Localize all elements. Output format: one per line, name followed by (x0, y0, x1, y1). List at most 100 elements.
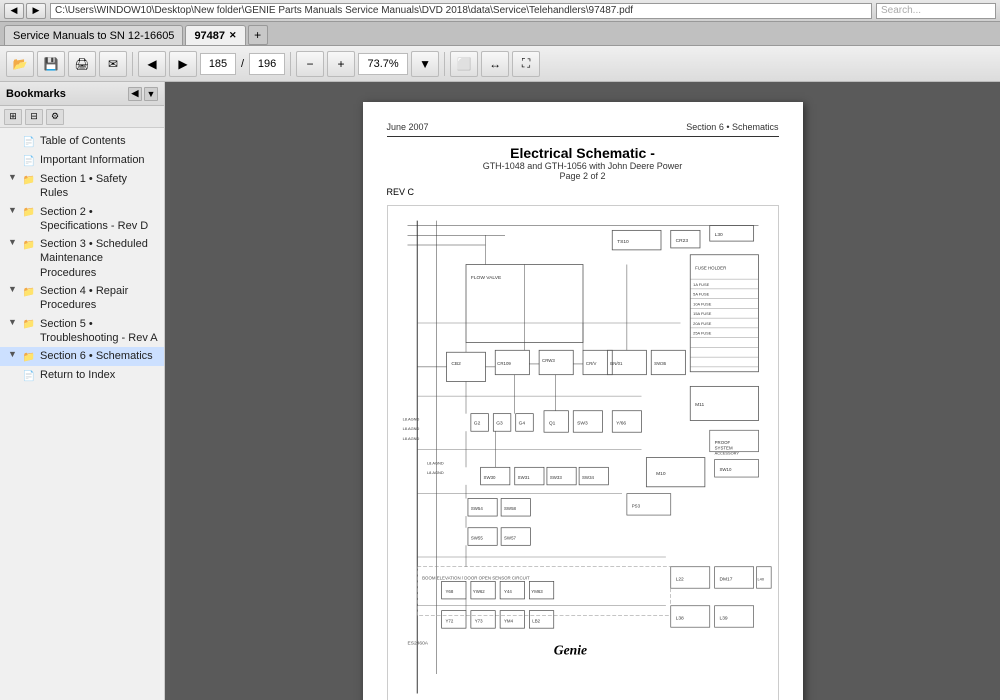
folder-icon: 📁 (22, 238, 36, 252)
sidebar-expand-all[interactable]: ⊞ (4, 109, 22, 125)
address-text: C:\Users\WINDOW10\Desktop\New folder\GEN… (55, 5, 633, 16)
svg-text:YW62: YW62 (472, 589, 484, 594)
sidebar-collapse-all[interactable]: ⊟ (25, 109, 43, 125)
svg-text:FUSE HOLDER: FUSE HOLDER (695, 265, 726, 270)
sidebar-options[interactable]: ⚙ (46, 109, 64, 125)
folder-icon: 📁 (22, 285, 36, 299)
new-tab-button[interactable]: + (248, 25, 268, 45)
bookmark-label: Section 2 • Specifications - Rev D (40, 205, 158, 234)
page-total-input (249, 53, 285, 75)
svg-text:M10: M10 (656, 471, 666, 477)
fit-page-button[interactable]: ⬜ (450, 51, 478, 77)
bookmark-section2[interactable]: ▼ 📁 Section 2 • Specifications - Rev D (0, 203, 164, 236)
toolbar-print-button[interactable]: 🖨 (68, 51, 96, 77)
tab-close-button[interactable]: ✕ (229, 30, 237, 41)
svg-text:Genie: Genie (553, 643, 586, 658)
svg-text:L8.AGND: L8.AGND (402, 417, 419, 422)
address-bar[interactable]: C:\Users\WINDOW10\Desktop\New folder\GEN… (50, 3, 872, 19)
folder-icon: 📁 (22, 350, 36, 364)
tab-service-manuals[interactable]: Service Manuals to SN 12-16605 (4, 25, 183, 45)
svg-text:Y/66: Y/66 (616, 420, 626, 426)
tab-label: Service Manuals to SN 12-16605 (13, 30, 174, 42)
separator (132, 52, 133, 76)
pdf-section: Section 6 • Schematics (686, 122, 778, 132)
sidebar-collapse-button[interactable]: ◀ (128, 87, 142, 101)
svg-text:L39: L39 (719, 615, 727, 621)
svg-text:CR23: CR23 (675, 238, 688, 244)
pdf-title-block: Electrical Schematic - GTH-1048 and GTH-… (387, 145, 779, 181)
next-page-button[interactable]: ▶ (169, 51, 197, 77)
svg-text:CR109: CR109 (497, 361, 511, 366)
svg-text:CR/V: CR/V (585, 361, 596, 366)
svg-text:SW31: SW31 (517, 475, 529, 480)
bookmark-expand: ▼ (8, 284, 20, 296)
separator3 (444, 52, 445, 76)
search-input[interactable]: Search... (876, 3, 996, 19)
sidebar-options-button[interactable]: ▼ (144, 87, 158, 101)
tab-97487[interactable]: 97487 ✕ (185, 25, 245, 45)
zoom-in-button[interactable]: + (327, 51, 355, 77)
bookmark-return[interactable]: 📄 Return to Index (0, 366, 164, 385)
toolbar-open-button[interactable]: 📂 (6, 51, 34, 77)
bookmark-section6[interactable]: ▼ 📁 Section 6 • Schematics (0, 347, 164, 366)
bookmark-section5[interactable]: ▼ 📁 Section 5 • Troubleshooting - Rev A (0, 315, 164, 348)
svg-text:L8.AGND: L8.AGND (427, 470, 444, 475)
document-icon: 📄 (22, 154, 36, 168)
svg-text:25A FUSE: 25A FUSE (693, 331, 712, 336)
pdf-rev-row: REV C (387, 187, 779, 197)
svg-text:SW58: SW58 (504, 506, 516, 511)
bookmark-label: Section 4 • Repair Procedures (40, 284, 158, 313)
bookmark-section4[interactable]: ▼ 📁 Section 4 • Repair Procedures (0, 282, 164, 315)
bookmark-label: Return to Index (40, 368, 115, 382)
prev-page-button[interactable]: ◀ (138, 51, 166, 77)
svg-text:SW3: SW3 (577, 420, 588, 426)
bookmark-section1[interactable]: ▼ 📁 Section 1 • Safety Rules (0, 170, 164, 203)
zoom-dropdown[interactable]: ▼ (411, 51, 439, 77)
fit-width-button[interactable]: ↔ (481, 51, 509, 77)
svg-text:SW57: SW57 (504, 535, 516, 540)
bookmark-section3[interactable]: ▼ 📁 Section 3 • Scheduled Maintenance Pr… (0, 235, 164, 282)
svg-text:20A FUSE: 20A FUSE (693, 321, 712, 326)
pdf-subtitle-1: GTH-1048 and GTH-1056 with John Deere Po… (387, 161, 779, 171)
bookmark-expand: ▼ (8, 237, 20, 249)
svg-text:L38: L38 (675, 615, 683, 621)
svg-text:SW30: SW30 (483, 475, 495, 480)
pdf-viewer-area[interactable]: June 2007 Section 6 • Schematics Electri… (165, 82, 1000, 700)
sidebar: Bookmarks ◀ ▼ ⊞ ⊟ ⚙ 📄 Table of Contents … (0, 82, 165, 700)
pdf-main-title: Electrical Schematic - (387, 145, 779, 161)
svg-text:SW55: SW55 (470, 535, 482, 540)
svg-text:G2: G2 (473, 420, 480, 426)
zoom-value: 73.7% (367, 58, 398, 70)
forward-button[interactable]: ▶ (26, 3, 46, 19)
svg-text:Q1: Q1 (548, 420, 555, 426)
svg-text:YM63: YM63 (531, 589, 543, 594)
page-number-input[interactable] (200, 53, 236, 75)
bookmark-toc[interactable]: 📄 Table of Contents (0, 132, 164, 151)
electrical-schematic-svg: FLOW VALVE TS10 CR23 L30 FUSE HOLDER (388, 206, 778, 700)
search-placeholder: Search... (881, 5, 921, 16)
svg-text:Y73: Y73 (474, 618, 482, 623)
fullscreen-button[interactable]: ⛶ (512, 51, 540, 77)
svg-text:M11: M11 (695, 402, 704, 408)
sidebar-toolbar: ⊞ ⊟ ⚙ (0, 106, 164, 128)
svg-text:SW10: SW10 (719, 467, 731, 472)
svg-text:1A FUSE: 1A FUSE (693, 282, 709, 287)
svg-text:FLOW VALVE: FLOW VALVE (470, 275, 501, 281)
folder-icon: 📁 (22, 206, 36, 220)
toolbar-save-button[interactable]: 💾 (37, 51, 65, 77)
bookmark-important[interactable]: 📄 Important Information (0, 151, 164, 170)
bookmark-label: Section 5 • Troubleshooting - Rev A (40, 317, 158, 346)
toolbar-email-button[interactable]: ✉ (99, 51, 127, 77)
bookmark-expand: ▼ (8, 205, 20, 217)
bookmark-expand: ▼ (8, 349, 20, 361)
zoom-out-button[interactable]: − (296, 51, 324, 77)
svg-text:L8.AGND: L8.AGND (402, 436, 419, 441)
sidebar-title: Bookmarks (6, 88, 66, 100)
svg-text:TS10: TS10 (617, 239, 629, 245)
back-button[interactable]: ◀ (4, 3, 24, 19)
svg-text:Y68: Y68 (445, 589, 453, 594)
folder-icon: 📁 (22, 318, 36, 332)
svg-text:15A FUSE: 15A FUSE (693, 311, 712, 316)
svg-text:SW33: SW33 (549, 475, 561, 480)
bookmark-label: Section 1 • Safety Rules (40, 172, 158, 201)
